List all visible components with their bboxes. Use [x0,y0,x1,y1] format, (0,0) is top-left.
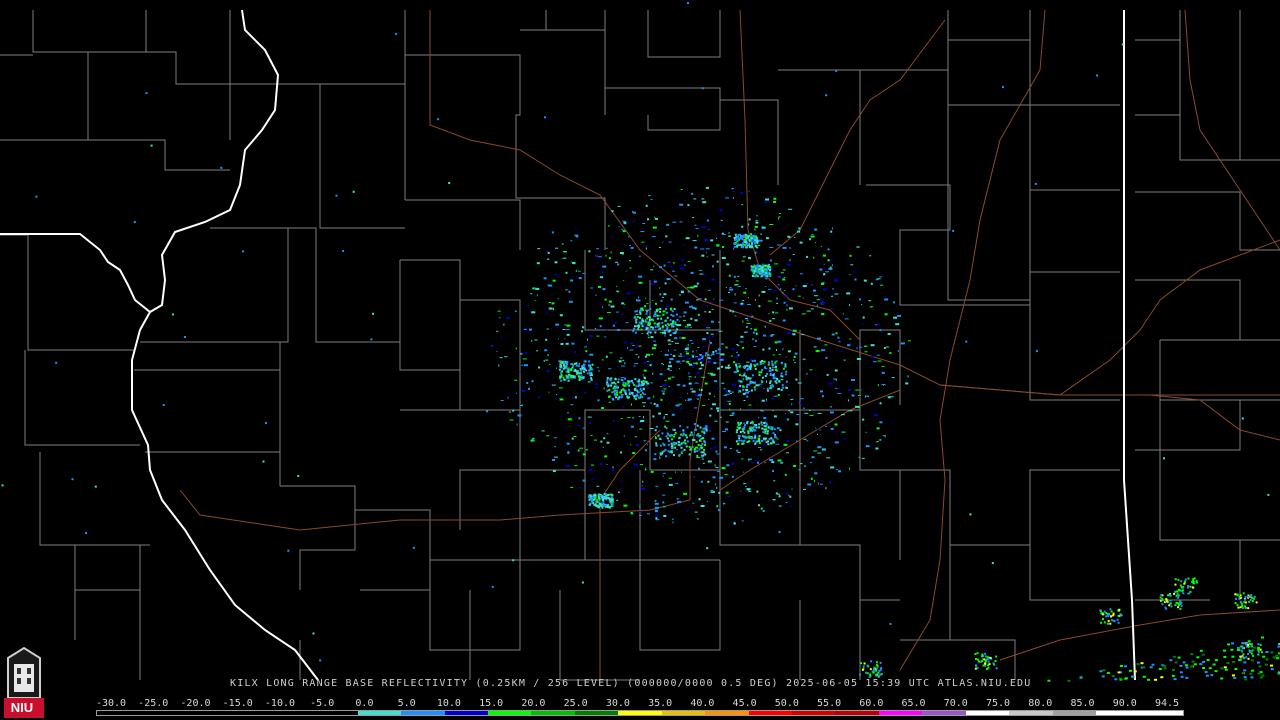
scale-label: 0.0 [355,698,374,709]
scale-swatch [878,711,923,715]
scale-label: -10.0 [264,698,296,709]
highways [179,9,1280,680]
scale-label: 25.0 [563,698,588,709]
scale-label: -15.0 [222,698,253,709]
scale-label: -25.0 [138,698,169,709]
scale-label: 10.0 [436,698,461,709]
scale-label: 15.0 [479,698,504,709]
scale-label: 20.0 [521,698,546,709]
scale-label: 50.0 [774,698,799,709]
scale-label: 35.0 [648,698,673,709]
scale-swatch [314,711,358,715]
scale-swatch [531,711,575,715]
scale-label: 30.0 [605,698,630,709]
scale-label: 70.0 [943,698,968,709]
scale-swatch [444,711,488,715]
scale-swatch [835,711,879,715]
scale-label: 60.0 [859,698,884,709]
scale-label: -30.0 [95,698,127,709]
scale-swatch [965,711,1010,715]
reflectivity-color-scale [96,710,1184,716]
scale-label: 90.0 [1112,698,1137,709]
scale-label: 45.0 [732,698,757,709]
county-boundaries [0,10,1280,681]
scale-label: 5.0 [397,698,416,709]
product-caption: KILX LONG RANGE BASE REFLECTIVITY (0.25K… [230,678,1032,689]
scale-swatch [1009,711,1053,715]
scale-label: 94.5 [1154,698,1180,709]
scale-swatch [748,711,792,715]
scale-swatch [97,711,141,715]
scale-label: -5.0 [310,698,335,709]
radar-map [0,2,1280,682]
scale-swatch [401,711,445,715]
scale-swatch [618,711,662,715]
scale-swatch [487,711,532,715]
scale-swatch [1096,711,1140,715]
scale-label: 55.0 [817,698,842,709]
scale-swatch [792,711,836,715]
scale-label: 40.0 [690,698,715,709]
scale-swatch [227,711,271,715]
scale-swatch [574,711,619,715]
scale-swatch [661,711,706,715]
scale-swatch [922,711,966,715]
logo-text: NIU [10,700,34,715]
scale-swatch [705,711,749,715]
scale-labels: -30.0 -25.0 -20.0 -15.0 -10.0 -5.0 0.0 5.0 10.0 1… [93,698,1203,710]
scale-label: -20.0 [180,698,211,709]
scale-swatch [183,711,228,715]
scale-label: 65.0 [901,698,926,709]
scale-swatch [1139,711,1183,715]
scale-swatch [357,711,402,715]
scale-label: 85.0 [1070,698,1095,709]
state-boundaries [0,9,1136,681]
scale-label: 80.0 [1028,698,1053,709]
scale-swatch [270,711,315,715]
scale-swatch [140,711,184,715]
scale-label: 75.0 [985,698,1011,709]
scale-swatch [1052,711,1097,715]
